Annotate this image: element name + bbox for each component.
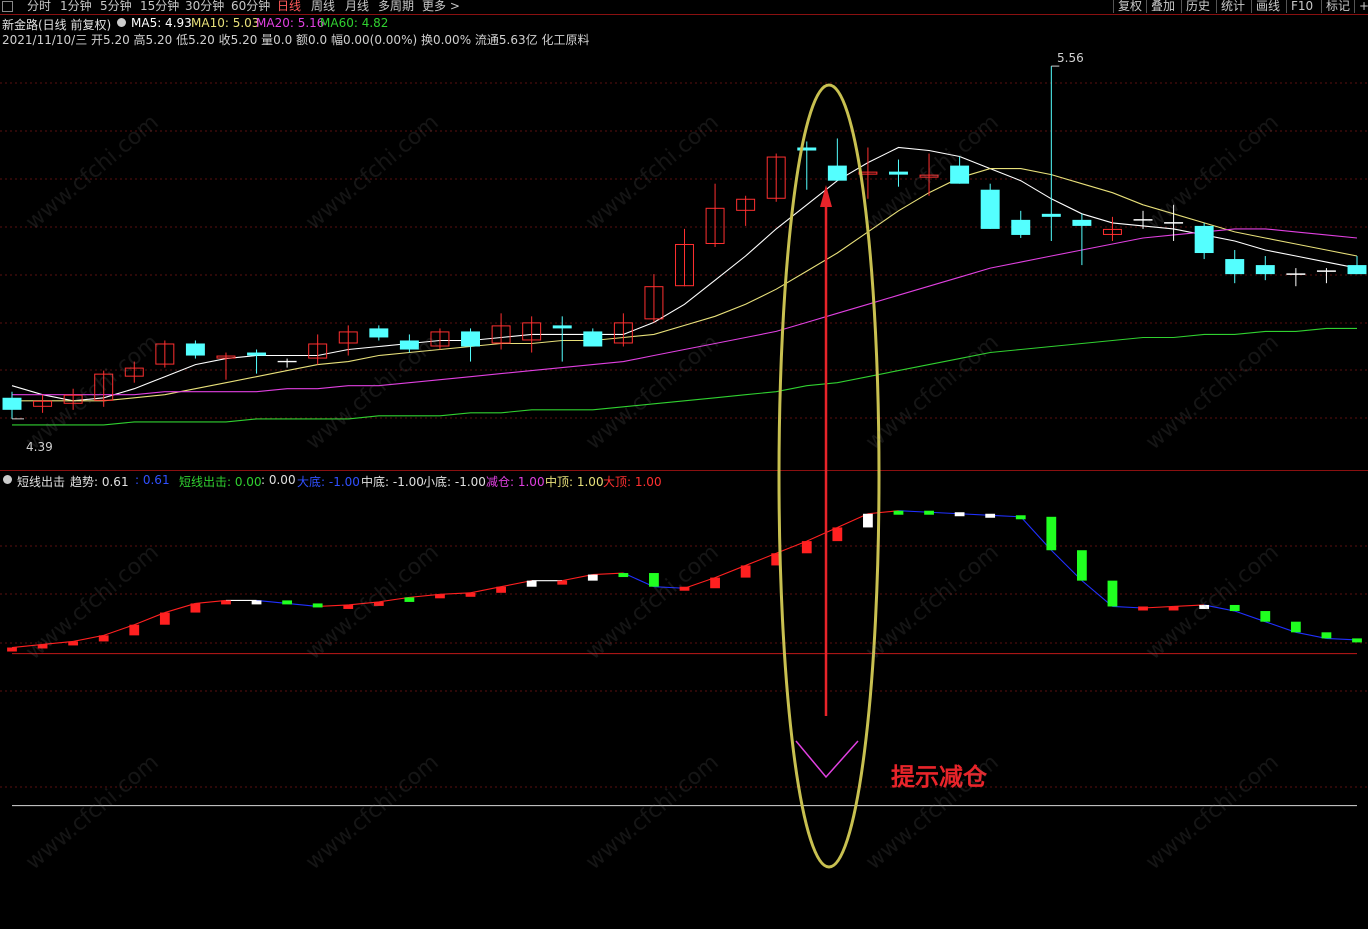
kline-chart[interactable]	[0, 0, 1368, 929]
indicator-bar	[404, 597, 415, 602]
indicator-bar	[312, 603, 323, 608]
candle-body	[1041, 213, 1061, 217]
indicator-bar	[159, 612, 170, 625]
indicator-bar	[98, 635, 109, 642]
ma-line-ma60	[12, 327, 1357, 426]
low-price-label: 4.39	[26, 440, 53, 454]
indicator-bar	[435, 594, 445, 599]
indicator-bar	[710, 577, 720, 589]
indicator-bar	[587, 574, 598, 581]
indicator-bar	[1290, 621, 1301, 633]
indicator-bar	[129, 624, 140, 636]
indicator-bar	[496, 586, 506, 593]
indicator-bar	[343, 604, 354, 609]
indicator-bar	[924, 510, 934, 515]
candle-body	[950, 165, 970, 184]
indicator-bar	[954, 512, 965, 517]
indicator-bar	[251, 600, 262, 605]
indicator-bar	[7, 647, 17, 652]
candle-body	[1255, 265, 1275, 275]
indicator-bar	[221, 600, 231, 605]
indicator-bar	[801, 541, 812, 554]
indicator-bar	[1138, 606, 1148, 611]
indicator-bar	[618, 573, 629, 578]
candle-body	[247, 352, 267, 356]
candle-body	[185, 343, 205, 356]
candle-body	[1011, 219, 1031, 235]
indicator-bar	[373, 601, 384, 606]
indicator-bar	[68, 641, 79, 646]
reduce-position-signal-text: 提示减仓	[891, 762, 987, 791]
indicator-bar	[190, 603, 201, 613]
indicator-bar	[1229, 604, 1240, 612]
indicator-bar	[1076, 550, 1087, 581]
candle-body	[583, 331, 603, 347]
indicator-bar	[893, 510, 904, 515]
indicator-bar	[37, 644, 48, 649]
reduce-signal-v-marker	[795, 740, 859, 779]
candle-body	[1225, 259, 1245, 275]
candle-body	[980, 189, 1000, 229]
indicator-bar	[1168, 606, 1179, 611]
candle-body	[2, 397, 22, 410]
indicator-bar	[526, 580, 537, 587]
indicator-bar	[679, 586, 690, 591]
indicator-bar	[1015, 515, 1026, 520]
indicator-bar	[1199, 604, 1210, 609]
signal-arrow-head	[820, 185, 832, 207]
indicator-bar	[863, 513, 873, 528]
candle-body	[369, 328, 389, 338]
indicator-bar	[1321, 632, 1332, 639]
high-price-label: 5.56	[1057, 51, 1084, 65]
indicator-bar	[832, 527, 843, 542]
indicator-bar	[1046, 516, 1057, 551]
indicator-bar	[985, 513, 996, 518]
candle-body	[827, 165, 847, 181]
indicator-bar	[1260, 611, 1271, 622]
candle-body	[552, 325, 572, 329]
candle-body	[461, 331, 480, 347]
candle-body	[889, 171, 908, 175]
indicator-bar	[557, 580, 568, 585]
indicator-bar	[1107, 580, 1118, 607]
candle-body	[1347, 265, 1367, 275]
indicator-bar	[740, 565, 751, 578]
indicator-bar	[1352, 638, 1362, 643]
indicator-bar	[649, 573, 659, 587]
candle-body	[1194, 225, 1214, 254]
indicator-bar	[465, 592, 476, 597]
candle-body	[399, 340, 419, 350]
candle-body	[1072, 219, 1092, 226]
indicator-bar	[282, 600, 293, 605]
